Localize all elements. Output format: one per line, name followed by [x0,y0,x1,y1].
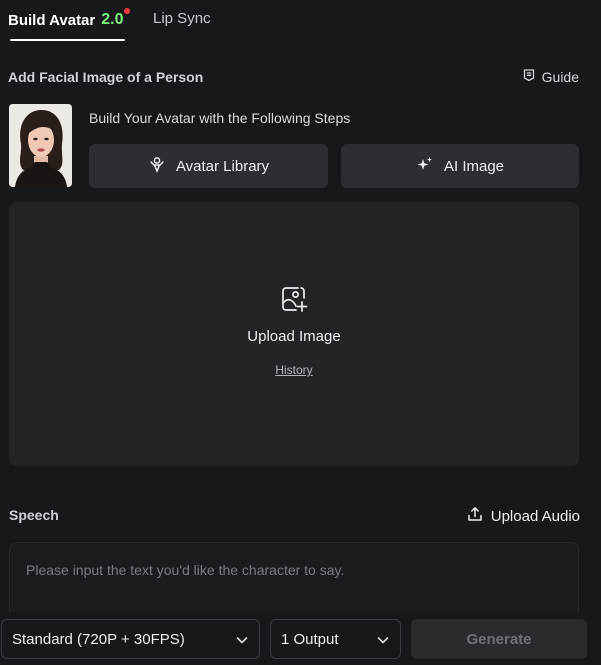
top-tabs: Build Avatar 2.0 Lip Sync [0,0,601,44]
upload-image-icon [280,285,308,313]
history-link[interactable]: History [0,363,588,377]
speech-text-area [9,542,579,612]
steps-instruction: Build Your Avatar with the Following Ste… [89,110,351,126]
avatar-library-label: Avatar Library [175,157,270,175]
speech-title: Speech [9,507,59,523]
facial-image-title: Add Facial Image of a Person [8,69,204,85]
upload-audio-label: Upload Audio [490,507,580,525]
ai-sparkle-icon [416,155,434,177]
upload-audio-icon [467,506,483,526]
guide-label: Guide [541,68,579,85]
upload-image-label: Upload Image [247,328,341,345]
tab-lip-sync[interactable]: Lip Sync [153,10,211,27]
tab-version-badge: 2.0 [101,11,124,28]
tab-build-avatar[interactable]: Build Avatar 2.0 [8,6,130,34]
ai-image-button[interactable]: AI Image [341,144,579,188]
app-page: Build Avatar 2.0 Lip Sync Add Facial Ima… [0,0,601,665]
quality-select-value: Standard (720P + 30FPS) [12,630,185,648]
speech-text-input[interactable] [26,559,556,581]
upload-audio-button[interactable]: Upload Audio [467,506,580,526]
output-count-select[interactable]: 1 Output [270,619,401,659]
active-tab-indicator [10,39,125,41]
tab-build-avatar-label: Build Avatar [8,11,96,29]
output-count-value: 1 Output [281,630,339,648]
avatar-thumbnail[interactable] [9,104,72,187]
quality-select[interactable]: Standard (720P + 30FPS) [1,619,260,659]
ai-image-label: AI Image [443,157,505,175]
guide-icon [522,68,536,85]
guide-link[interactable]: Guide [522,68,579,85]
avatar-library-button[interactable]: Avatar Library [89,144,328,188]
avatar-library-icon [148,155,166,177]
generate-button[interactable]: Generate [411,619,587,659]
notification-dot [123,8,130,14]
